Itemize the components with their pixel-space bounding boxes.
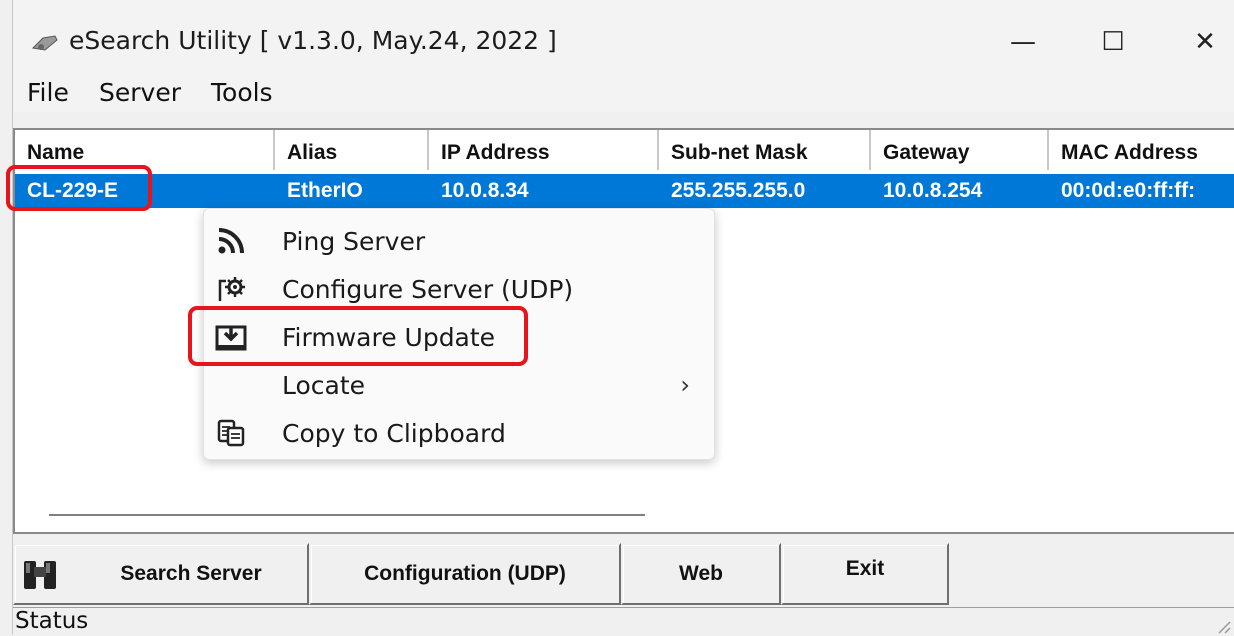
status-bar: Status	[13, 607, 1234, 636]
exit-label: Exit	[845, 557, 885, 580]
column-header-mask[interactable]: Sub-net Mask	[659, 130, 871, 170]
menu-item-ping-server[interactable]: Ping Server	[204, 217, 714, 265]
close-button[interactable]: ✕	[1175, 18, 1234, 66]
menu-item-label: Ping Server	[282, 227, 426, 256]
configuration-udp-button[interactable]: Configuration (UDP)	[309, 543, 621, 605]
search-server-label: Search Server	[120, 562, 262, 585]
menu-tools[interactable]: Tools	[211, 78, 273, 107]
download-icon	[214, 321, 248, 353]
column-header-mac[interactable]: MAC Address	[1049, 130, 1234, 170]
column-header-alias[interactable]: Alias	[275, 130, 429, 170]
exit-button[interactable]: Exit	[781, 543, 949, 605]
menu-item-locate[interactable]: Locate ›	[204, 361, 714, 409]
menu-server[interactable]: Server	[99, 78, 181, 107]
menu-item-label: Configure Server (UDP)	[282, 275, 574, 304]
context-menu: Ping Server Configure Server (UDP) Firmw…	[203, 208, 715, 460]
menu-item-configure-server[interactable]: Configure Server (UDP)	[204, 265, 714, 313]
menu-file[interactable]: File	[27, 78, 69, 107]
cell-alias: EtherIO	[287, 179, 363, 202]
menu-item-label: Copy to Clipboard	[282, 419, 506, 448]
column-header-ip[interactable]: IP Address	[429, 130, 659, 170]
column-header-name[interactable]: Name	[15, 130, 275, 170]
menu-item-label: Locate	[282, 371, 366, 400]
search-server-button[interactable]: Search Server	[13, 543, 309, 605]
clipboard-icon	[214, 417, 248, 449]
cell-mask: 255.255.255.0	[671, 179, 806, 202]
table-row[interactable]: CL-229-E EtherIO 10.0.8.34 255.255.255.0…	[15, 174, 1234, 208]
web-button[interactable]: Web	[621, 543, 781, 605]
title-bar[interactable]: eSearch Utility [ v1.3.0, May.24, 2022 ]…	[13, 0, 1234, 80]
minimize-icon: —	[1010, 27, 1036, 57]
submenu-arrow-icon: ›	[680, 371, 690, 399]
binoculars-icon	[24, 561, 56, 589]
ping-icon	[214, 225, 248, 257]
configuration-udp-label: Configuration (UDP)	[364, 562, 566, 585]
close-icon: ✕	[1194, 27, 1216, 57]
button-bar: Search Server Configuration (UDP) Web Ex…	[13, 543, 1234, 607]
cell-name: CL-229-E	[27, 179, 119, 202]
maximize-button[interactable]: ☐	[1083, 18, 1143, 66]
menu-item-firmware-update[interactable]: Firmware Update	[204, 313, 714, 361]
list-header: Name Alias IP Address Sub-net Mask Gatew…	[15, 130, 1234, 170]
status-text: Status	[15, 608, 89, 634]
minimize-button[interactable]: —	[993, 18, 1053, 66]
maximize-icon: ☐	[1101, 27, 1125, 57]
horizontal-scrollbar[interactable]	[49, 514, 645, 516]
menu-item-copy-to-clipboard[interactable]: Copy to Clipboard	[204, 409, 714, 457]
menu-item-label: Firmware Update	[282, 323, 496, 352]
gear-icon	[214, 273, 248, 305]
app-icon	[31, 35, 58, 51]
window-title: eSearch Utility [ v1.3.0, May.24, 2022 ]	[69, 26, 557, 55]
cell-gateway: 10.0.8.254	[883, 179, 983, 202]
column-header-gateway[interactable]: Gateway	[871, 130, 1049, 170]
resize-grip-icon[interactable]	[1215, 618, 1231, 634]
web-label: Web	[679, 562, 723, 585]
cell-ip: 10.0.8.34	[441, 179, 529, 202]
menu-bar: File Server Tools	[13, 72, 1234, 112]
cell-mac: 00:0d:e0:ff:ff:	[1061, 179, 1196, 202]
